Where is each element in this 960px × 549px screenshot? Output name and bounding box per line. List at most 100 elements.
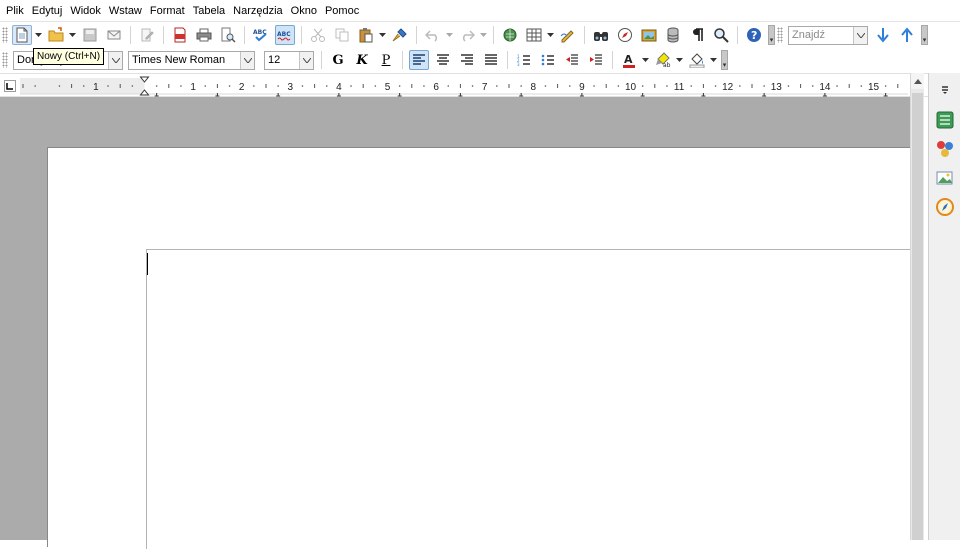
zoom-icon (714, 28, 729, 43)
highlight-dropdown[interactable] (675, 50, 683, 70)
vertical-scrollbar[interactable] (910, 73, 924, 540)
save-button[interactable] (80, 25, 100, 45)
email-button[interactable] (104, 25, 124, 45)
paragraph-style-dropdown-arrow[interactable] (108, 51, 122, 69)
menu-pomoc[interactable]: Pomoc (321, 0, 363, 22)
print-preview-icon (221, 27, 236, 43)
menu-tabela[interactable]: Tabela (189, 0, 229, 22)
hyperlink-button[interactable] (500, 25, 520, 45)
font-color-button[interactable]: A (619, 50, 639, 70)
print-preview-button[interactable] (218, 25, 238, 45)
undo-button[interactable] (423, 25, 443, 45)
align-left-icon (413, 54, 425, 65)
toolbar-grip[interactable] (777, 27, 783, 43)
toolbar-overflow-button[interactable]: ▾ (768, 25, 775, 45)
font-color-dropdown[interactable] (641, 50, 649, 70)
copy-button[interactable] (332, 25, 352, 45)
data-sources-button[interactable] (663, 25, 683, 45)
menu-wstaw[interactable]: Wstaw (105, 0, 146, 22)
align-center-button[interactable] (433, 50, 453, 70)
menu-okno[interactable]: Okno (287, 0, 321, 22)
menu-widok[interactable]: Widok (66, 0, 105, 22)
font-size-combobox[interactable]: 12 (264, 50, 314, 70)
page-text-area[interactable] (146, 249, 911, 549)
help-button[interactable]: ? (744, 25, 764, 45)
toolbar-grip[interactable] (2, 27, 8, 43)
new-document-dropdown[interactable] (34, 25, 42, 45)
export-pdf-button[interactable] (170, 25, 190, 45)
table-dropdown[interactable] (546, 25, 554, 45)
document-page[interactable] (47, 147, 911, 549)
edit-document-icon (141, 28, 154, 42)
menu-narzedzia[interactable]: Narzędzia (229, 0, 287, 22)
scrollbar-thumb[interactable] (912, 93, 923, 540)
new-document-icon (16, 27, 28, 43)
font-name-combobox[interactable]: Times New Roman (128, 50, 255, 70)
find-combobox[interactable]: Znajdź (788, 25, 868, 45)
underline-button[interactable]: P (376, 50, 396, 70)
gallery-button[interactable] (639, 25, 659, 45)
open-dropdown[interactable] (68, 25, 76, 45)
horizontal-ruler[interactable]: 1 1 2 3 4 5 6 7 8 9 10 11 12 13 14 15 (20, 74, 908, 98)
sidebar-navigator-button[interactable] (934, 196, 956, 218)
tab-type-selector[interactable] (4, 80, 16, 92)
sidebar-menu-button[interactable] (934, 81, 956, 97)
table-button[interactable] (524, 25, 544, 45)
edit-mode-button[interactable] (137, 25, 157, 45)
bold-button[interactable]: G (328, 50, 348, 70)
chevron-down-icon (479, 33, 487, 37)
justify-button[interactable] (481, 50, 501, 70)
background-color-dropdown[interactable] (709, 50, 717, 70)
underline-label: P (381, 52, 391, 68)
increase-indent-button[interactable] (586, 50, 606, 70)
new-document-button[interactable] (12, 25, 32, 45)
show-draw-functions-button[interactable] (558, 25, 578, 45)
sidebar-styles-button[interactable] (934, 138, 956, 160)
numbering-button[interactable]: 123 (514, 50, 534, 70)
paste-dropdown[interactable] (378, 25, 386, 45)
cut-button[interactable] (308, 25, 328, 45)
find-toolbar-overflow-button[interactable]: ▾ (921, 25, 928, 45)
font-name-value[interactable]: Times New Roman (129, 54, 240, 66)
sidebar-tabbar (928, 73, 960, 540)
spellcheck-button[interactable]: ABC (251, 25, 271, 45)
decrease-indent-button[interactable] (562, 50, 582, 70)
undo-dropdown[interactable] (445, 25, 453, 45)
increase-indent-icon (590, 54, 602, 65)
toolbar-separator (321, 51, 322, 69)
toolbar-grip[interactable] (2, 52, 8, 68)
zoom-button[interactable] (711, 25, 731, 45)
open-button[interactable] (46, 25, 66, 45)
toolbar-separator (130, 26, 131, 44)
find-previous-button[interactable] (897, 25, 917, 45)
print-button[interactable] (194, 25, 214, 45)
align-left-button[interactable] (409, 50, 429, 70)
find-input[interactable]: Znajdź (789, 29, 853, 41)
background-color-button[interactable] (687, 50, 707, 70)
find-replace-button[interactable] (591, 25, 611, 45)
sidebar-properties-button[interactable] (934, 109, 956, 131)
redo-button[interactable] (457, 25, 477, 45)
italic-button[interactable]: K (352, 50, 372, 70)
highlight-button[interactable]: ab (653, 50, 673, 70)
formatting-toolbar-overflow-button[interactable]: ▾ (721, 50, 728, 70)
clone-formatting-button[interactable] (390, 25, 410, 45)
align-right-button[interactable] (457, 50, 477, 70)
chevron-up-icon (913, 78, 922, 84)
navigator-button[interactable] (615, 25, 635, 45)
menu-format[interactable]: Format (146, 0, 189, 22)
sidebar-gallery-button[interactable] (934, 167, 956, 189)
redo-dropdown[interactable] (479, 25, 487, 45)
scroll-up-button[interactable] (911, 73, 924, 89)
menu-edytuj[interactable]: Edytuj (28, 0, 67, 22)
font-name-dropdown-arrow[interactable] (240, 51, 254, 69)
find-next-button[interactable] (873, 25, 893, 45)
paste-button[interactable] (356, 25, 376, 45)
formatting-marks-button[interactable] (687, 25, 707, 45)
find-dropdown-arrow[interactable] (853, 26, 867, 44)
menu-plik[interactable]: Plik (2, 0, 28, 22)
autospellcheck-button[interactable]: ABC (275, 25, 295, 45)
font-size-value[interactable]: 12 (265, 54, 299, 66)
bullets-button[interactable] (538, 50, 558, 70)
font-size-dropdown-arrow[interactable] (299, 51, 313, 69)
